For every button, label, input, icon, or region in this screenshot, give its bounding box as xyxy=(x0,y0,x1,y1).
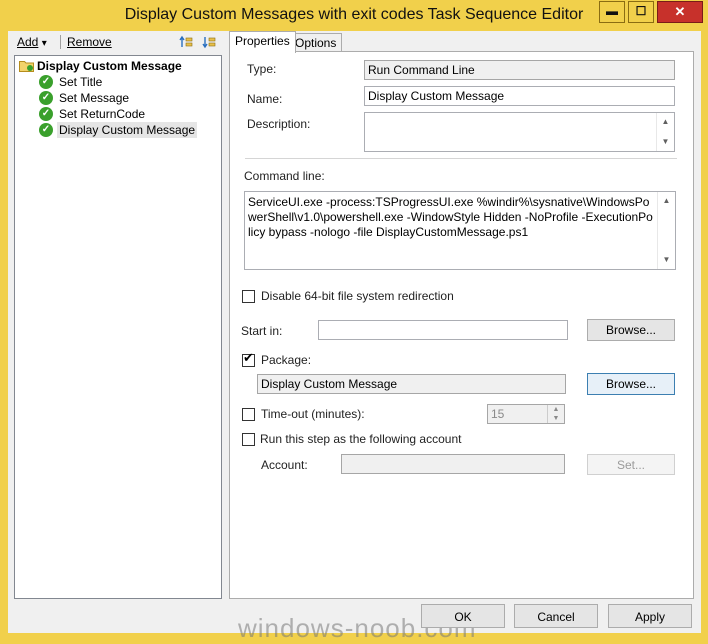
success-check-icon: ✓ xyxy=(39,75,53,89)
account-field xyxy=(341,454,565,474)
title-bar[interactable]: Display Custom Messages with exit codes … xyxy=(0,0,708,30)
maximize-icon[interactable]: ☐ xyxy=(628,1,654,23)
tree-root-label: Display Custom Message xyxy=(37,59,182,73)
scroll-down-icon[interactable]: ▼ xyxy=(658,252,675,268)
tree-item-label: Set Message xyxy=(59,91,130,105)
command-line-field[interactable]: ServiceUI.exe -process:TSProgressUI.exe … xyxy=(244,191,676,270)
run-as-checkbox[interactable] xyxy=(242,433,255,446)
tree-item-label: Display Custom Message xyxy=(57,122,198,138)
timeout-spinner: 15 ▲ ▼ xyxy=(487,404,565,424)
set-account-button: Set... xyxy=(587,454,675,475)
checkmark-icon: ✔ xyxy=(243,350,254,365)
timeout-checkbox[interactable] xyxy=(242,408,255,421)
spin-down-icon: ▼ xyxy=(547,414,564,423)
success-check-icon: ✓ xyxy=(39,107,53,121)
tree-item-label: Set ReturnCode xyxy=(59,107,146,121)
tree-item-label: Set Title xyxy=(59,75,103,89)
properties-page: Type: Run Command Line Name: Display Cus… xyxy=(229,51,694,599)
disable-64bit-checkbox[interactable] xyxy=(242,290,255,303)
start-in-field[interactable] xyxy=(318,320,568,340)
name-label: Name: xyxy=(247,92,283,106)
name-field[interactable]: Display Custom Message xyxy=(364,86,675,106)
apply-button[interactable]: Apply xyxy=(608,604,692,628)
spin-up-icon: ▲ xyxy=(547,405,564,414)
tab-properties[interactable]: Properties xyxy=(229,31,296,53)
toolbar-divider xyxy=(60,35,61,49)
cancel-button[interactable]: Cancel xyxy=(514,604,598,628)
account-label: Account: xyxy=(261,458,308,472)
add-button[interactable]: Add ▾ xyxy=(17,35,47,49)
remove-button[interactable]: Remove xyxy=(67,35,112,49)
add-button-label: Add xyxy=(17,35,39,49)
package-checkbox[interactable]: ✔ xyxy=(242,350,255,367)
success-check-icon: ✓ xyxy=(39,91,53,105)
close-icon[interactable]: ✕ xyxy=(657,1,703,23)
client-area: Add ▾ Remove Display Custom Message ✓ Se… xyxy=(8,31,701,643)
scroll-up-icon[interactable]: ▲ xyxy=(657,114,674,130)
success-check-icon: ✓ xyxy=(39,123,53,137)
editor-window: Display Custom Messages with exit codes … xyxy=(0,0,708,643)
task-sequence-tree[interactable]: Display Custom Message ✓ Set Title ✓ Set… xyxy=(14,55,222,599)
left-pane: Add ▾ Remove Display Custom Message ✓ Se… xyxy=(8,31,223,599)
timeout-value: 15 xyxy=(491,407,505,421)
start-in-label: Start in: xyxy=(241,324,283,338)
type-field: Run Command Line xyxy=(364,60,675,80)
folder-icon xyxy=(19,59,34,72)
command-line-scrollbar[interactable]: ▲ ▼ xyxy=(657,192,675,269)
minimize-icon[interactable]: ▬ xyxy=(599,1,625,23)
browse-package-button[interactable]: Browse... xyxy=(587,373,675,395)
package-label: Package: xyxy=(261,353,312,367)
scroll-up-icon[interactable]: ▲ xyxy=(658,193,675,209)
command-line-text: ServiceUI.exe -process:TSProgressUI.exe … xyxy=(248,195,653,239)
tab-options[interactable]: Options xyxy=(289,33,343,52)
browse-start-in-button[interactable]: Browse... xyxy=(587,319,675,341)
scroll-down-icon[interactable]: ▼ xyxy=(657,134,674,150)
divider xyxy=(245,158,677,159)
description-scrollbar[interactable]: ▲ ▼ xyxy=(656,113,674,151)
description-field[interactable]: ▲ ▼ xyxy=(364,112,675,152)
package-field: Display Custom Message xyxy=(257,374,566,394)
run-as-label: Run this step as the following account xyxy=(260,432,462,446)
move-down-icon[interactable] xyxy=(202,35,216,49)
move-up-icon[interactable] xyxy=(179,35,193,49)
ok-button[interactable]: OK xyxy=(421,604,505,628)
timeout-label: Time-out (minutes): xyxy=(261,407,365,421)
dropdown-arrow-icon: ▾ xyxy=(41,38,47,49)
disable-64bit-label: Disable 64-bit file system redirection xyxy=(261,289,454,303)
type-label: Type: xyxy=(247,62,277,76)
right-pane: Properties Options Type: Run Command Lin… xyxy=(229,31,699,599)
command-line-label: Command line: xyxy=(244,169,325,183)
description-label: Description: xyxy=(247,117,311,131)
